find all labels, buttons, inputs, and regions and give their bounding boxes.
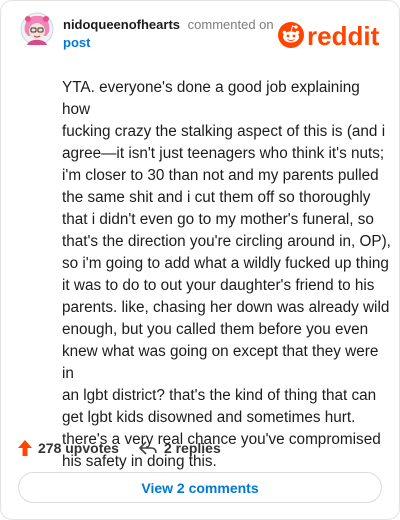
- reddit-logo-icon: reddit: [278, 21, 380, 51]
- logo-wordmark: reddit: [307, 21, 380, 51]
- action-text: commented on: [187, 17, 274, 32]
- view-comments-button[interactable]: View 2 comments: [18, 472, 382, 503]
- upvote-arrow-icon: [18, 440, 32, 456]
- comment-body: YTA. everyone's done a good job explaini…: [62, 79, 391, 470]
- avatar[interactable]: [20, 12, 54, 46]
- comment-card: nidoqueenofhearts commented on post redd…: [0, 0, 400, 520]
- upvote-button[interactable]: 278 upvotes: [18, 440, 119, 456]
- avatar-icon: [20, 12, 54, 46]
- upvote-count: 278 upvotes: [38, 440, 119, 456]
- reply-arrow-icon: [139, 441, 157, 455]
- post-link[interactable]: post: [63, 34, 274, 52]
- username-link[interactable]: nidoqueenofhearts: [63, 17, 180, 32]
- replies-button[interactable]: 2 replies: [139, 440, 221, 456]
- reply-count: 2 replies: [163, 440, 221, 456]
- comment-meta: nidoqueenofhearts commented on post: [63, 16, 274, 52]
- reddit-logo[interactable]: reddit: [277, 20, 387, 52]
- view-comments-label: View 2 comments: [141, 479, 259, 496]
- action-bar: 278 upvotes 2 replies: [18, 438, 221, 458]
